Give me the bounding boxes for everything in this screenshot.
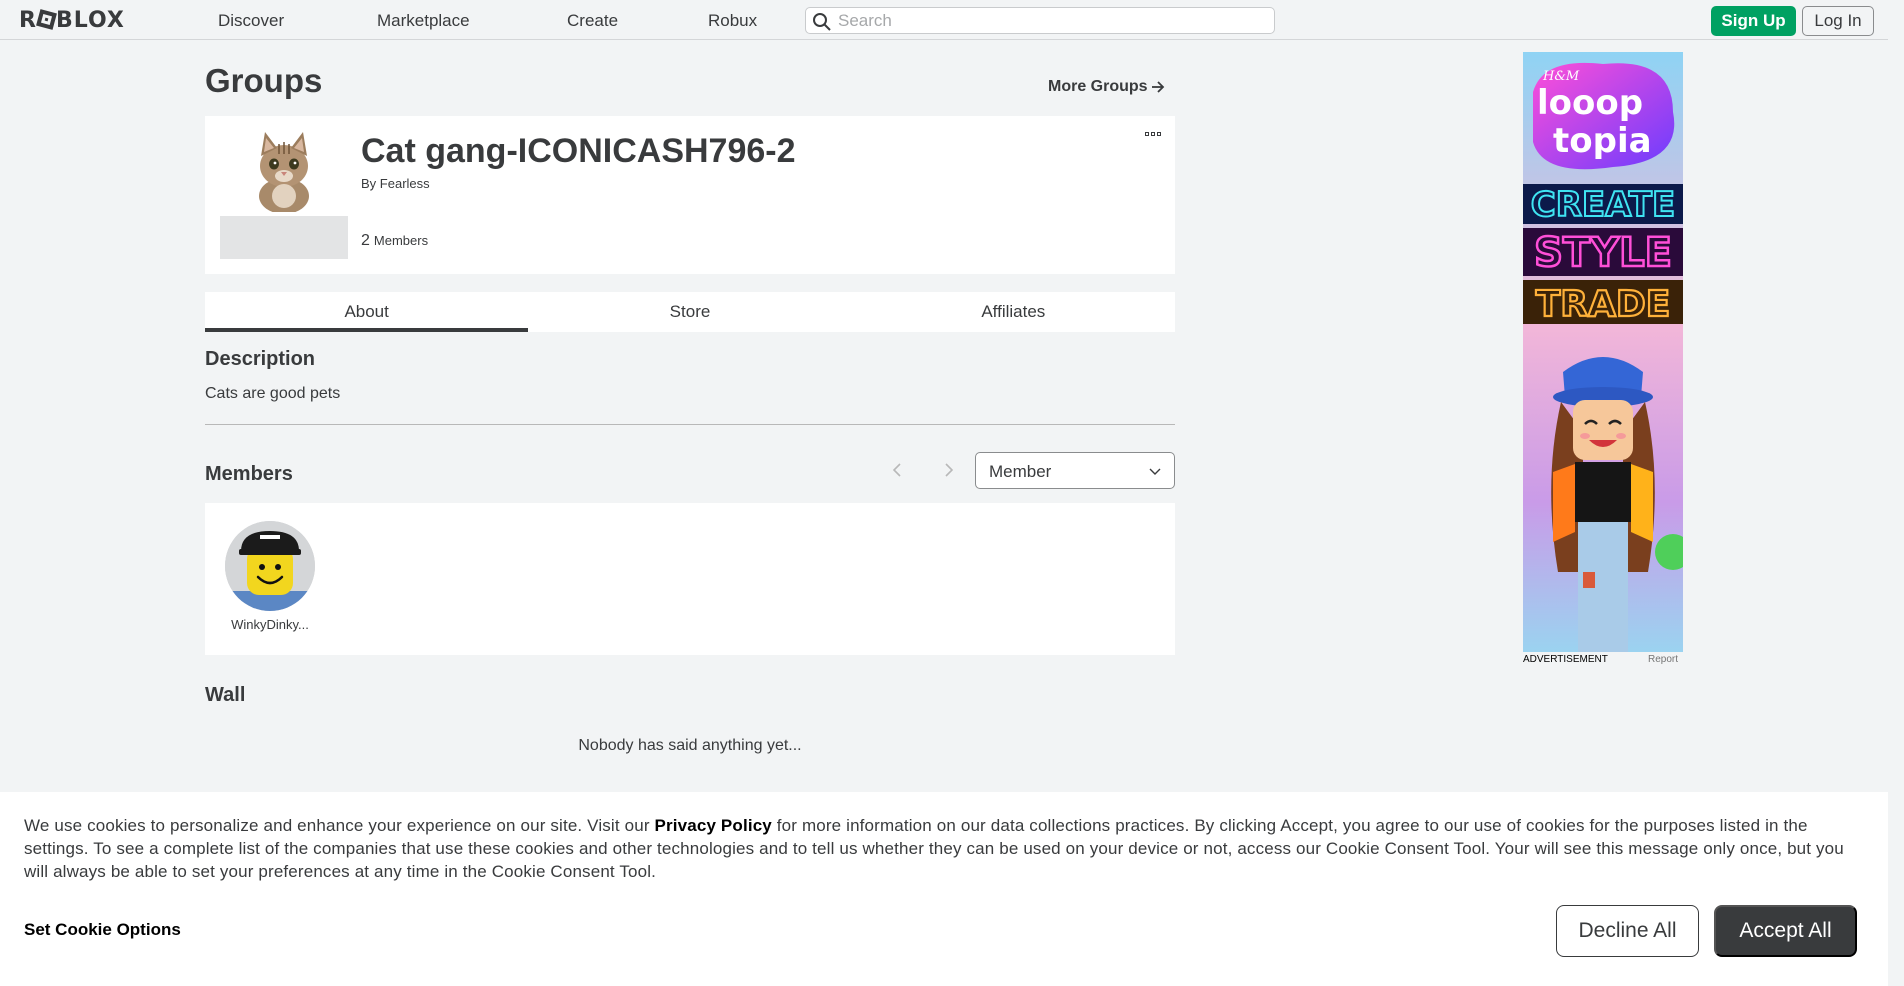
privacy-policy-link[interactable]: Privacy Policy xyxy=(655,816,772,835)
cat-image xyxy=(259,132,309,212)
member-count-label: Members xyxy=(373,233,429,248)
search-icon xyxy=(813,13,831,31)
page-title: Groups xyxy=(205,62,323,99)
logo-o-icon xyxy=(36,9,57,30)
search-input[interactable] xyxy=(838,10,1258,31)
more-groups-label: More Groups xyxy=(1048,78,1148,95)
description-text: Cats are good pets xyxy=(205,385,341,402)
group-name: Cat gang-ICONICASH796-2 xyxy=(361,132,796,170)
members-heading: Members xyxy=(205,463,293,485)
chevron-down-icon xyxy=(1149,468,1161,475)
wall-empty-message: Nobody has said anything yet... xyxy=(578,737,802,754)
arrow-right-icon xyxy=(1151,81,1164,93)
group-owner: By Fearless xyxy=(361,176,430,191)
description-heading: Description xyxy=(205,348,316,370)
logo-text-right: BLOX xyxy=(55,8,125,33)
emblem-placeholder xyxy=(220,216,348,259)
search-box[interactable] xyxy=(805,7,1275,34)
section-divider xyxy=(205,424,1175,425)
accept-all-button[interactable]: Accept All xyxy=(1714,905,1857,957)
role-dropdown[interactable]: Member xyxy=(975,452,1175,489)
ad-word-trade: TRADE xyxy=(1536,284,1671,325)
group-emblem[interactable] xyxy=(220,128,348,212)
nav-marketplace[interactable]: Marketplace xyxy=(377,11,470,31)
members-next-page-button[interactable] xyxy=(940,459,958,481)
advertisement-label: ADVERTISEMENT xyxy=(1523,654,1608,665)
member-name[interactable]: WinkyDinky... xyxy=(225,617,315,632)
nav-create[interactable]: Create xyxy=(567,11,618,31)
cookie-message: We use cookies to personalize and enhanc… xyxy=(24,814,1864,883)
tab-about[interactable]: About xyxy=(205,292,529,332)
tab-affiliates[interactable]: Affiliates xyxy=(852,292,1175,332)
member-count: 2 Members xyxy=(361,232,428,250)
chevron-left-icon xyxy=(892,463,901,477)
ad-word-create: CREATE xyxy=(1531,185,1675,225)
ad-image: H&M looop topia CREATE STYLE TRADE xyxy=(1523,52,1683,652)
roblox-logo[interactable]: R BLOX xyxy=(19,8,125,33)
cookie-consent-banner: We use cookies to personalize and enhanc… xyxy=(0,792,1888,986)
ad-line2: topia xyxy=(1553,121,1652,161)
tab-store[interactable]: Store xyxy=(528,292,851,332)
group-tabs: About Store Affiliates xyxy=(205,292,1175,332)
more-options-icon[interactable] xyxy=(1145,132,1163,140)
advertisement-banner[interactable]: H&M looop topia CREATE STYLE TRADE xyxy=(1523,52,1683,652)
page-scrollbar[interactable] xyxy=(1888,0,1904,986)
member-count-number: 2 xyxy=(361,232,370,249)
by-label: By xyxy=(361,176,377,191)
nav-discover[interactable]: Discover xyxy=(218,11,284,31)
more-groups-link[interactable]: More Groups xyxy=(1048,78,1165,96)
sign-up-button[interactable]: Sign Up xyxy=(1711,6,1796,36)
ad-word-style: STYLE xyxy=(1534,230,1672,276)
set-cookie-options-link[interactable]: Set Cookie Options xyxy=(24,920,181,940)
cookie-text-before: We use cookies to personalize and enhanc… xyxy=(24,816,655,835)
log-in-button[interactable]: Log In xyxy=(1802,6,1874,36)
top-navigation-bar: R BLOX Discover Marketplace Create Robux … xyxy=(0,0,1904,40)
group-header-card: Cat gang-ICONICASH796-2 By Fearless 2 Mem… xyxy=(205,116,1175,274)
ad-line1: looop xyxy=(1537,83,1643,123)
ad-brand: H&M xyxy=(1542,69,1580,84)
member-item[interactable]: WinkyDinky... xyxy=(225,521,315,632)
wall-heading: Wall xyxy=(205,684,246,706)
logo-text-left: R xyxy=(19,8,37,33)
members-list: WinkyDinky... xyxy=(205,503,1175,655)
chevron-right-icon xyxy=(945,463,954,477)
decline-all-button[interactable]: Decline All xyxy=(1556,905,1699,957)
avatar-headshot xyxy=(225,521,315,611)
report-ad-link[interactable]: Report xyxy=(1648,654,1678,665)
nav-robux[interactable]: Robux xyxy=(708,11,757,31)
avatar[interactable] xyxy=(225,521,315,611)
members-prev-page-button[interactable] xyxy=(888,459,906,481)
role-dropdown-value: Member xyxy=(989,462,1052,481)
owner-link[interactable]: Fearless xyxy=(380,176,430,191)
